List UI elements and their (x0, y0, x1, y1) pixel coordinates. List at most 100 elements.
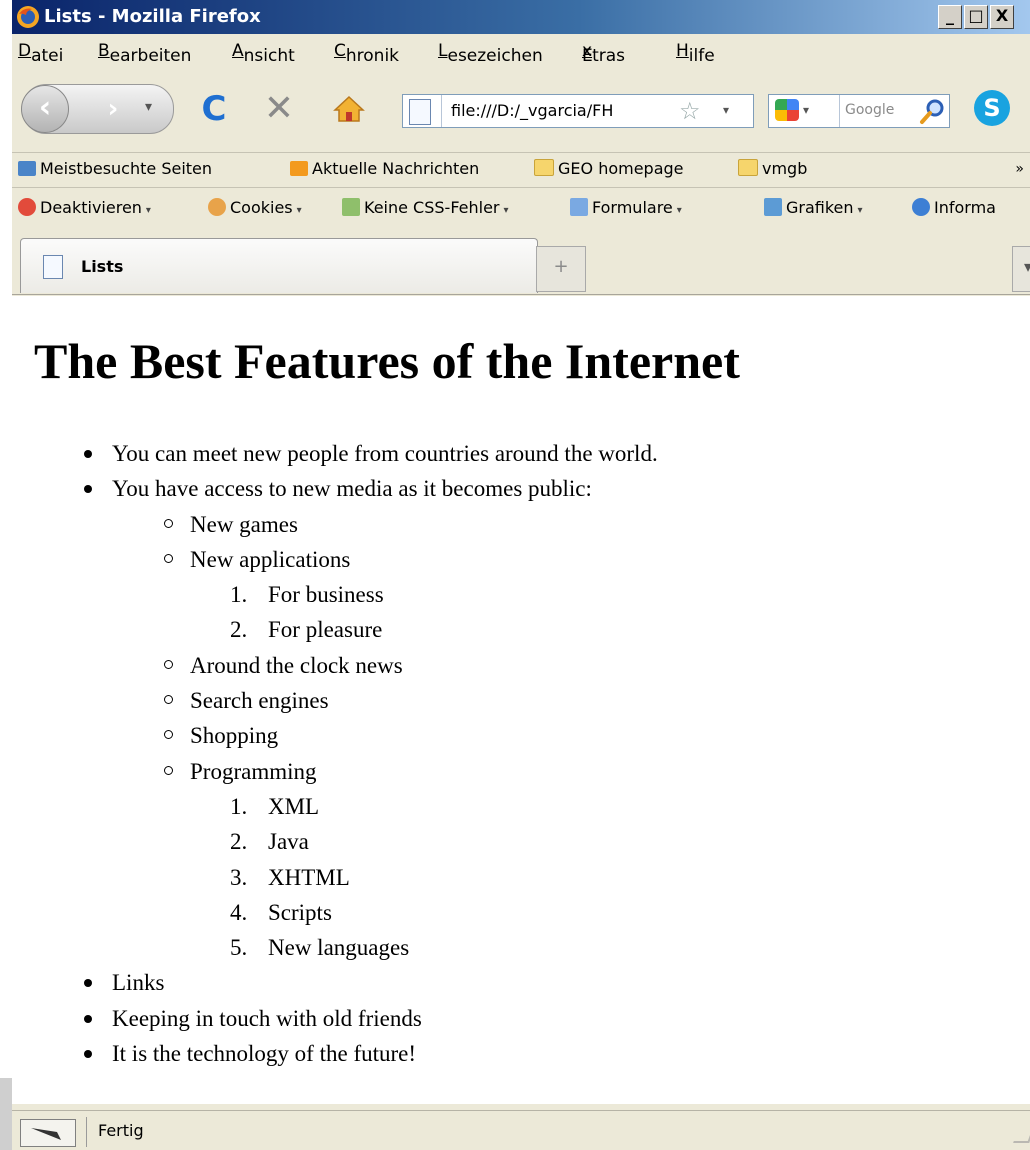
list-number: 2. (230, 829, 248, 855)
dev-cookies-menu[interactable]: Cookies ▾ (208, 198, 302, 217)
cookies-icon (208, 198, 226, 216)
list-item: 3. XHTML (230, 860, 658, 895)
minimize-button[interactable]: _ (938, 5, 962, 29)
bookmark-star-icon[interactable]: ☆ (679, 97, 701, 125)
status-bar: Fertig (12, 1110, 1030, 1150)
back-forward-group: ‹ › ▾ (21, 84, 174, 134)
menu-hilfe[interactable]: Hilfe (676, 41, 715, 66)
tab-bar: Lists + ▾ (12, 228, 1030, 295)
list-number: 3. (230, 864, 248, 890)
list-item: Search engines (164, 683, 658, 718)
disable-icon (18, 198, 36, 216)
maximize-button[interactable]: □ (964, 5, 988, 29)
list-item: You can meet new people from countries a… (84, 436, 658, 471)
new-tab-button[interactable]: + (536, 246, 586, 292)
list-item: 1. XML (230, 789, 658, 824)
folder-icon (534, 159, 554, 176)
title-bar[interactable]: Lists - Mozilla Firefox _ □ X (12, 0, 1030, 34)
list-item: It is the technology of the future! (84, 1036, 658, 1071)
media-list: New games New applications 1. For busines… (164, 507, 658, 966)
skype-icon[interactable]: S (974, 90, 1010, 126)
search-divider (839, 95, 840, 127)
most-visited-icon (18, 161, 36, 176)
page-icon (43, 255, 63, 279)
navigation-toolbar: ‹ › ▾ C ✕ file:///D:/_vgarcia/FH ☆ ▾ ▾ G… (12, 70, 1030, 146)
list-number: 4. (230, 899, 248, 925)
tab-list-icon[interactable]: ▾ (1012, 246, 1030, 292)
dev-images-menu[interactable]: Grafiken ▾ (764, 198, 863, 217)
menu-lesezeichen[interactable]: Lesezeichen (438, 41, 543, 66)
list-item: 2. For pleasure (230, 612, 658, 647)
forms-icon (570, 198, 588, 216)
back-button[interactable]: ‹ (21, 85, 69, 133)
list-item: You have access to new media as it becom… (84, 471, 658, 966)
url-input[interactable]: file:///D:/_vgarcia/FH (451, 101, 613, 120)
tab-lists[interactable]: Lists (20, 238, 538, 293)
window-title: Lists - Mozilla Firefox (44, 6, 261, 27)
menu-datei[interactable]: Datei (18, 41, 63, 66)
menu-ansicht[interactable]: Ansicht (232, 41, 295, 66)
feature-list: You can meet new people from countries a… (84, 436, 658, 1071)
dev-information-menu[interactable]: Informa (912, 198, 996, 217)
list-item: Shopping (164, 718, 658, 753)
close-button[interactable]: X (990, 5, 1014, 29)
images-icon (764, 198, 782, 216)
list-item-text: New applications (190, 546, 351, 572)
list-item-text: Programming (190, 758, 317, 784)
list-item: 2. Java (230, 824, 658, 859)
dev-disable-menu[interactable]: Deaktivieren ▾ (18, 198, 151, 217)
status-text: Fertig (98, 1121, 144, 1140)
developer-toolbar: Deaktivieren ▾ Cookies ▾ Keine CSS-Fehler ▾… (12, 190, 1030, 226)
list-number: 2. (230, 617, 248, 643)
bookmark-vmgb[interactable]: vmgb (738, 159, 807, 178)
reload-icon[interactable]: C (197, 92, 231, 126)
search-input[interactable]: Google (845, 102, 894, 118)
url-bar[interactable]: file:///D:/_vgarcia/FH ☆ ▾ (402, 94, 754, 128)
list-item: New games (164, 507, 658, 542)
list-item: New applications 1. For business 2. For pl… (164, 542, 658, 648)
menu-bearbeiten[interactable]: Bearbeiten (98, 41, 191, 66)
dev-forms-menu[interactable]: Formulare ▾ (570, 198, 682, 217)
bookmarks-toolbar: Meistbesuchte Seiten Aktuelle Nachrichte… (12, 152, 1030, 188)
stop-icon[interactable]: ✕ (262, 91, 296, 127)
home-icon[interactable] (332, 92, 366, 126)
page-heading: The Best Features of the Internet (34, 333, 740, 389)
tab-label: Lists (81, 257, 124, 276)
search-engine-dropdown-icon[interactable]: ▾ (803, 103, 809, 117)
info-icon (912, 198, 930, 216)
forward-button[interactable]: › (93, 89, 133, 129)
bookmark-most-visited[interactable]: Meistbesuchte Seiten (18, 159, 212, 178)
menu-extras[interactable]: Ex tras (582, 41, 625, 66)
list-item-text: You have access to new media as it becom… (112, 476, 592, 502)
desktop-strip (0, 1078, 12, 1150)
list-item: Programming 1. XML 2. Java 3. XHTML 4. Scrip… (164, 754, 658, 966)
css-icon (342, 198, 360, 216)
history-dropdown-icon[interactable]: ▾ (145, 99, 152, 115)
search-icon[interactable] (919, 97, 947, 125)
list-item: 1. For business (230, 577, 658, 612)
url-divider (441, 95, 442, 127)
bookmark-geo-homepage[interactable]: GEO homepage (534, 159, 684, 178)
page-icon (409, 99, 431, 125)
list-number: 1. (230, 793, 248, 819)
list-item: 5. New languages (230, 930, 658, 965)
bookmarks-overflow-icon[interactable]: » (1015, 161, 1024, 177)
page-content: The Best Features of the Internet You ca… (12, 296, 1030, 1104)
dev-css-menu[interactable]: Keine CSS-Fehler ▾ (342, 198, 509, 217)
list-item: Keeping in touch with old friends (84, 1001, 658, 1036)
browser-window: Lists - Mozilla Firefox _ □ X Datei Bear… (12, 0, 1030, 1150)
menu-chronik[interactable]: Chronik (334, 41, 399, 66)
folder-icon (738, 159, 758, 176)
list-item: Links (84, 965, 658, 1000)
bookmark-news[interactable]: Aktuelle Nachrichten (290, 159, 479, 178)
list-number: 5. (230, 935, 248, 961)
firefox-icon (17, 6, 39, 28)
search-bar[interactable]: ▾ Google (768, 94, 950, 128)
resize-grip-icon[interactable] (1013, 1127, 1030, 1143)
list-number: 1. (230, 582, 248, 608)
url-dropdown-icon[interactable]: ▾ (723, 103, 729, 117)
google-icon[interactable] (775, 99, 799, 121)
status-divider (86, 1117, 87, 1147)
status-tool-icon[interactable] (20, 1119, 76, 1147)
list-item: Around the clock news (164, 648, 658, 683)
